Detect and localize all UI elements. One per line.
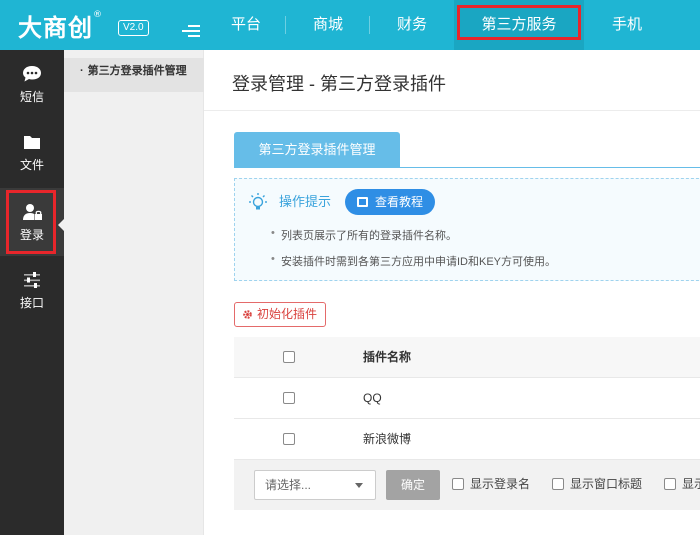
chevron-down-icon <box>355 483 363 488</box>
sliders-icon <box>24 272 40 288</box>
nav-item-third-party[interactable]: 第三方服务 <box>454 0 584 50</box>
active-pointer-icon <box>58 218 65 232</box>
show-login-name-option[interactable]: 显示登录名 <box>452 477 530 493</box>
tip-line: 列表页展示了所有的登录插件名称。 <box>271 227 457 243</box>
select-all-checkbox[interactable] <box>283 351 295 363</box>
nav-item-platform[interactable]: 平台 <box>206 0 286 50</box>
table-row: QQ <box>234 378 700 419</box>
table-header: 插件名称 <box>234 337 700 378</box>
divider <box>204 110 700 111</box>
nav-item-finance[interactable]: 财务 <box>370 0 454 50</box>
view-tutorial-button[interactable]: 查看教程 <box>345 189 435 215</box>
column-header-name: 插件名称 <box>363 350 412 364</box>
menu-toggle-icon[interactable] <box>182 25 200 39</box>
folder-icon <box>24 136 40 149</box>
main-content: 登录管理 - 第三方登录插件 第三方登录插件管理 操作提示 查看教程 列表页展示… <box>204 50 700 535</box>
lightbulb-icon <box>249 193 267 210</box>
sub-nav: 第三方登录插件管理 <box>64 50 204 535</box>
nav-item-mobile[interactable]: 手机 <box>584 0 670 50</box>
table-row: 新浪微博 <box>234 419 700 460</box>
show-window-title-option[interactable]: 显示窗口标题 <box>552 477 642 493</box>
option-checkbox[interactable] <box>452 477 464 490</box>
logo[interactable]: 大商创® <box>18 8 103 43</box>
sidebar-item-sms[interactable]: 短信 <box>0 50 64 118</box>
sidebar-item-login[interactable]: 登录 <box>0 188 64 256</box>
option-checkbox[interactable] <box>552 477 564 490</box>
batch-action-select[interactable]: 请选择... <box>254 470 376 500</box>
tips-title: 操作提示 <box>279 194 332 209</box>
plugin-table: 插件名称 QQ 新浪微博 <box>234 337 700 460</box>
subnav-item-plugin-manage[interactable]: 第三方登录插件管理 <box>64 58 204 92</box>
sidebar-item-api[interactable]: 接口 <box>0 256 64 324</box>
top-bar: 大商创® V2.0 平台 商城 财务 第三方服务 手机 <box>0 0 700 50</box>
top-nav: 平台 商城 财务 第三方服务 手机 <box>206 0 670 50</box>
option-checkbox[interactable] <box>664 477 676 490</box>
sidebar-item-file[interactable]: 文件 <box>0 118 64 186</box>
book-icon <box>357 197 368 207</box>
version-badge: V2.0 <box>118 20 149 36</box>
nav-item-mall[interactable]: 商城 <box>286 0 370 50</box>
show-option[interactable]: 显示 <box>664 477 700 493</box>
chat-icon <box>23 66 41 82</box>
gear-icon <box>243 310 252 319</box>
sidebar: 短信 文件 登录 接口 <box>0 50 64 535</box>
tips-panel: 操作提示 查看教程 列表页展示了所有的登录插件名称。 安装插件时需到各第三方应用… <box>234 178 700 281</box>
row-checkbox[interactable] <box>283 433 295 445</box>
confirm-button[interactable]: 确定 <box>386 470 440 500</box>
table-footer: 请选择... 确定 显示登录名 显示窗口标题 显示 <box>234 460 700 510</box>
init-plugin-button[interactable]: 初始化插件 <box>234 302 326 327</box>
tab-divider <box>234 167 700 168</box>
row-checkbox[interactable] <box>283 392 295 404</box>
plugin-name: QQ <box>363 391 382 405</box>
page-title: 登录管理 - 第三方登录插件 <box>232 74 446 94</box>
tab-plugin-manage[interactable]: 第三方登录插件管理 <box>234 132 400 168</box>
tip-line: 安装插件时需到各第三方应用中申请ID和KEY方可使用。 <box>271 253 556 269</box>
plugin-name: 新浪微博 <box>363 432 412 446</box>
